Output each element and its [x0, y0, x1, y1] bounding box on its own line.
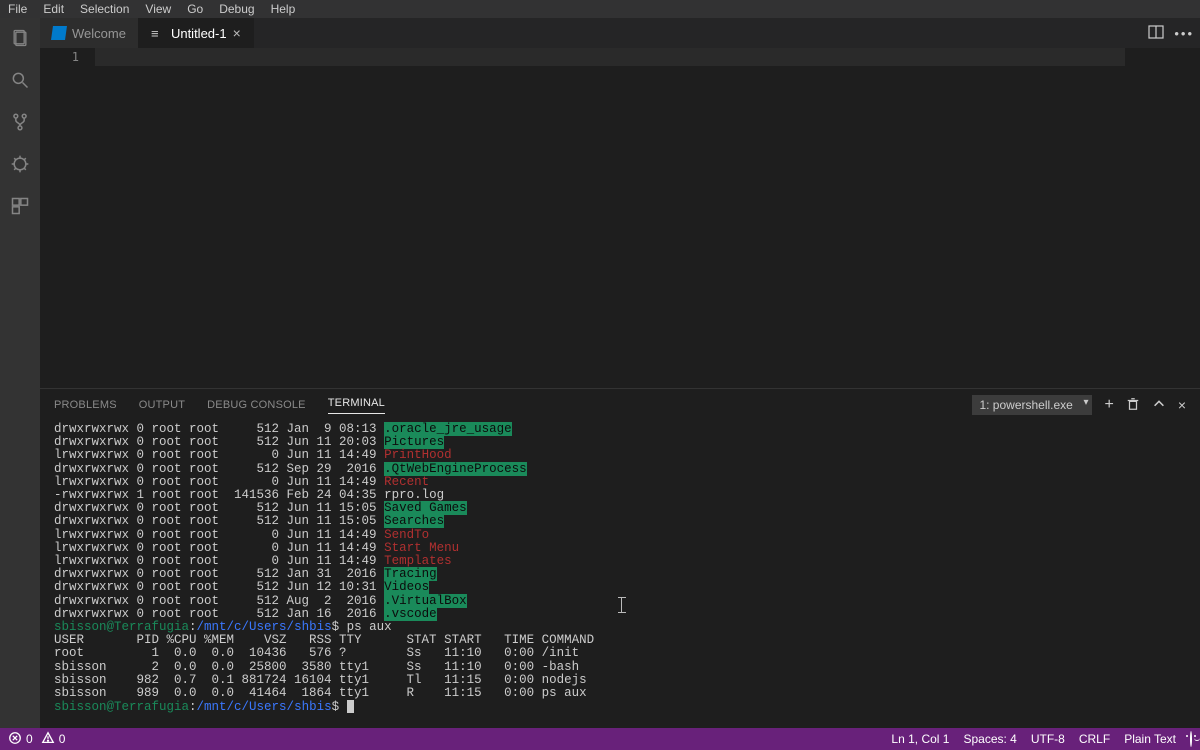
terminal[interactable]: drwxrwxrwx 0 root root 512 Jan 9 08:13 .… — [40, 421, 1200, 728]
activity-bar — [0, 18, 40, 728]
panel-tabs: PROBLEMS OUTPUT DEBUG CONSOLE TERMINAL 1… — [40, 389, 1200, 421]
tab-welcome-label: Welcome — [72, 26, 126, 41]
menu-debug[interactable]: Debug — [211, 2, 262, 16]
vscode-icon — [52, 26, 66, 40]
panel-tab-terminal[interactable]: TERMINAL — [328, 397, 385, 414]
status-indent[interactable]: Spaces: 4 — [963, 732, 1016, 746]
search-icon[interactable] — [8, 68, 32, 92]
panel-tab-output[interactable]: OUTPUT — [139, 399, 185, 411]
text-cursor-icon — [621, 597, 623, 613]
menu-help[interactable]: Help — [263, 2, 304, 16]
status-language[interactable]: Plain Text — [1124, 732, 1176, 746]
split-editor-icon[interactable] — [1148, 24, 1164, 43]
debug-icon[interactable] — [8, 152, 32, 176]
menubar: File Edit Selection View Go Debug Help — [0, 0, 1200, 18]
tab-bar: Welcome ≡ Untitled-1 × ••• — [40, 18, 1200, 48]
source-control-icon[interactable] — [8, 110, 32, 134]
file-icon: ≡ — [151, 26, 165, 40]
more-actions-icon[interactable]: ••• — [1174, 26, 1194, 41]
feedback-icon[interactable] — [1190, 732, 1192, 746]
line-number-gutter: 1 — [40, 48, 95, 388]
panel-tab-debug[interactable]: DEBUG CONSOLE — [207, 399, 306, 411]
kill-terminal-icon[interactable] — [1126, 397, 1140, 414]
terminal-selector[interactable]: 1: powershell.exe — [972, 395, 1092, 415]
menu-go[interactable]: Go — [179, 2, 211, 16]
menu-selection[interactable]: Selection — [72, 2, 137, 16]
tab-close-icon[interactable]: × — [233, 25, 241, 41]
menu-file[interactable]: File — [0, 2, 35, 16]
status-cursor-pos[interactable]: Ln 1, Col 1 — [891, 732, 949, 746]
explorer-icon[interactable] — [8, 26, 32, 50]
new-terminal-icon[interactable]: + — [1104, 396, 1113, 414]
tab-welcome[interactable]: Welcome — [40, 18, 139, 48]
menu-edit[interactable]: Edit — [35, 2, 72, 16]
status-warnings-count[interactable]: 0 — [59, 732, 66, 746]
status-errors[interactable] — [8, 731, 22, 748]
tab-untitled-1[interactable]: ≡ Untitled-1 × — [139, 18, 254, 48]
code-area[interactable] — [95, 48, 1200, 388]
maximize-panel-icon[interactable] — [1152, 397, 1166, 414]
tab-untitled-1-label: Untitled-1 — [171, 26, 227, 41]
extensions-icon[interactable] — [8, 194, 32, 218]
status-warnings[interactable] — [41, 731, 55, 748]
editor-area: Welcome ≡ Untitled-1 × ••• 1 — [40, 18, 1200, 728]
panel-tab-problems[interactable]: PROBLEMS — [54, 399, 117, 411]
status-encoding[interactable]: UTF-8 — [1031, 732, 1065, 746]
line-number-1: 1 — [40, 50, 79, 64]
bottom-panel: PROBLEMS OUTPUT DEBUG CONSOLE TERMINAL 1… — [40, 388, 1200, 728]
status-errors-count[interactable]: 0 — [26, 732, 33, 746]
status-bar: 0 0 Ln 1, Col 1 Spaces: 4 UTF-8 CRLF Pla… — [0, 728, 1200, 750]
editor-body[interactable]: 1 — [40, 48, 1200, 388]
close-panel-icon[interactable]: × — [1178, 397, 1186, 413]
status-eol[interactable]: CRLF — [1079, 732, 1110, 746]
menu-view[interactable]: View — [137, 2, 179, 16]
